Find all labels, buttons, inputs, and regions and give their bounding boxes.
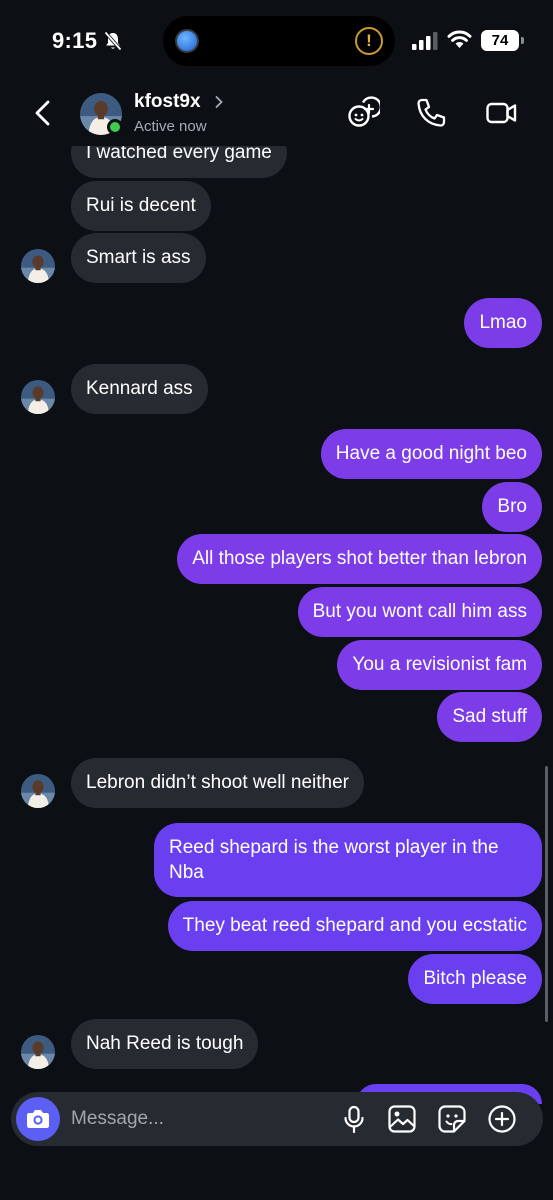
dynamic-island[interactable]: !	[163, 16, 395, 66]
plus-icon[interactable]	[487, 1104, 517, 1134]
wifi-icon	[447, 30, 472, 48]
outgoing-message[interactable]: Sad stuff	[437, 692, 542, 742]
avatar[interactable]	[21, 249, 55, 283]
gallery-icon[interactable]	[387, 1104, 417, 1134]
online-indicator	[107, 119, 123, 135]
chat-header: kfost9x Active now	[0, 80, 553, 146]
avatar[interactable]	[21, 380, 55, 414]
alert-icon: !	[355, 27, 383, 55]
outgoing-message[interactable]: Bro	[482, 482, 542, 532]
incoming-message[interactable]: Lebron didn’t shoot well neither	[71, 758, 365, 808]
outgoing-message[interactable]: They beat reed shepard and you ecstatic	[167, 901, 542, 951]
outgoing-message[interactable]: Have a good night beo	[320, 429, 542, 479]
microphone-icon[interactable]	[339, 1104, 369, 1134]
message-thread[interactable]: I watched every game Rui is decent Smart…	[0, 0, 553, 1200]
incoming-message[interactable]: Rui is decent	[71, 181, 211, 231]
incoming-message[interactable]: Nah Reed is tough	[71, 1019, 259, 1069]
contact-name[interactable]: kfost9x	[134, 91, 201, 113]
status-bar: 9:15 ! 74	[0, 0, 553, 80]
video-call-icon[interactable]	[484, 96, 518, 130]
message-input[interactable]	[71, 1092, 331, 1146]
chevron-right-icon[interactable]	[214, 95, 224, 109]
avatar[interactable]	[21, 1035, 55, 1069]
avatar[interactable]	[21, 774, 55, 808]
message-composer	[11, 1092, 543, 1146]
outgoing-message[interactable]: All those players shot better than lebro…	[177, 534, 542, 584]
safari-icon	[175, 29, 199, 53]
back-icon[interactable]	[30, 98, 58, 128]
phone-icon[interactable]	[414, 96, 448, 130]
cellular-signal-icon	[412, 32, 438, 50]
sticker-icon[interactable]	[437, 1104, 467, 1134]
incoming-message[interactable]: Smart is ass	[71, 233, 206, 283]
status-time: 9:15	[52, 28, 98, 53]
outgoing-message[interactable]: Bitch please	[408, 954, 542, 1004]
video-chat-effects-icon[interactable]	[346, 96, 380, 130]
incoming-message[interactable]: Kennard ass	[71, 364, 208, 414]
camera-button[interactable]	[16, 1097, 60, 1141]
outgoing-message[interactable]: You a revisionist fam	[337, 640, 542, 690]
camera-icon	[27, 1110, 49, 1128]
scrollbar[interactable]	[545, 766, 548, 1022]
home-area	[0, 1146, 553, 1200]
battery-indicator: 74	[481, 30, 524, 51]
active-status: Active now	[134, 118, 207, 135]
outgoing-message[interactable]: Lmao	[464, 298, 542, 348]
silent-bell-icon	[104, 31, 122, 51]
outgoing-message[interactable]: Reed shepard is the worst player in the …	[154, 823, 542, 897]
outgoing-message[interactable]: But you wont call him ass	[297, 587, 542, 637]
